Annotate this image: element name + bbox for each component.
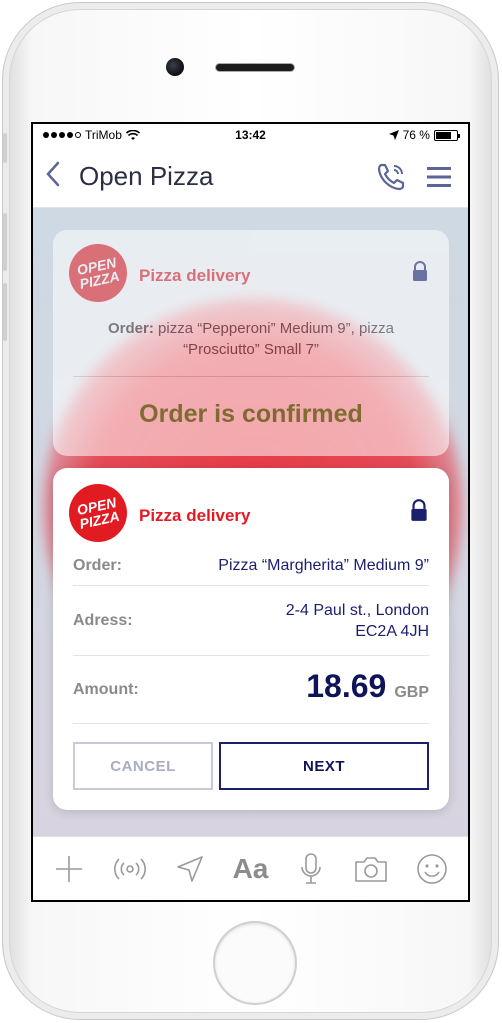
battery-percent: 76 % <box>402 128 430 142</box>
current-order-card: OPEN PIZZA Pizza delivery Order: Pizza “M… <box>53 468 449 810</box>
back-chevron-icon <box>46 161 60 186</box>
microphone-icon <box>301 852 321 884</box>
text-format-button[interactable]: Aa <box>230 849 270 889</box>
order-label: Order: <box>73 556 122 574</box>
mute-switch <box>3 133 7 163</box>
home-button[interactable] <box>213 921 297 1005</box>
divider <box>73 376 429 377</box>
menu-icon <box>427 166 451 187</box>
lock-icon <box>411 499 427 521</box>
order-value: Pizza “Margherita” Medium 9” <box>218 557 429 574</box>
menu-button[interactable] <box>422 160 456 194</box>
compose-toolbar: Aa <box>33 836 468 900</box>
order-confirmed-status: Order is confirmed <box>139 400 363 428</box>
previous-order-card: OPEN PIZZA Pizza delivery Order: pizza “P… <box>53 230 449 456</box>
location-button[interactable] <box>170 849 210 889</box>
amount-value: 18.69 <box>306 668 387 704</box>
nav-bar: Open Pizza <box>33 146 468 208</box>
open-pizza-logo: OPEN PIZZA <box>63 238 133 308</box>
status-time: 13:42 <box>235 128 266 142</box>
volume-down-button <box>3 283 7 341</box>
status-bar: TriMob 13:42 76 % <box>33 124 468 146</box>
previous-order-text: Order: pizza “Pepperoni” Medium 9”, pizz… <box>108 320 394 358</box>
attach-button[interactable] <box>49 849 89 889</box>
address-label: Adress: <box>73 611 133 629</box>
back-button[interactable] <box>45 161 79 193</box>
lock-icon <box>413 261 427 281</box>
broadcast-icon <box>113 857 146 880</box>
order-row: Order: Pizza “Margherita” Medium 9” <box>73 546 429 586</box>
front-camera <box>166 58 184 76</box>
chat-area: OPEN PIZZA Pizza delivery Order: pizza “P… <box>33 208 468 840</box>
earpiece-speaker <box>215 63 295 72</box>
camera-icon <box>355 856 388 882</box>
next-button[interactable]: NEXT <box>219 742 429 790</box>
address-value: 2-4 Paul st., London EC2A 4JH <box>285 601 429 640</box>
screen: TriMob 13:42 76 % Open Pizza OPEN PIZZA … <box>31 122 470 902</box>
cancel-button[interactable]: CANCEL <box>73 742 213 790</box>
plus-icon <box>56 855 83 882</box>
location-services-icon <box>388 130 399 140</box>
amount-currency: GBP <box>394 684 429 701</box>
amount-value-group: 18.69 GBP <box>183 670 429 703</box>
battery-icon <box>433 129 460 141</box>
open-pizza-logo: OPEN PIZZA <box>63 478 133 548</box>
wifi-icon <box>125 129 140 140</box>
voice-button[interactable] <box>291 849 331 889</box>
amount-label: Amount: <box>73 680 139 698</box>
volume-up-button <box>3 213 7 271</box>
card-title: Pizza delivery <box>139 266 251 285</box>
broadcast-button[interactable] <box>110 849 150 889</box>
location-arrow-icon <box>177 855 203 882</box>
address-row: Adress: 2-4 Paul st., London EC2A 4JH <box>73 586 429 656</box>
smiley-icon <box>416 853 447 884</box>
phone-icon <box>377 163 405 190</box>
carrier-name: TriMob <box>85 128 122 142</box>
call-button[interactable] <box>374 160 408 194</box>
signal-strength-icon <box>43 132 81 138</box>
chat-title: Open Pizza <box>79 161 214 191</box>
emoji-button[interactable] <box>412 849 452 889</box>
amount-row: Amount: 18.69 GBP <box>73 656 429 724</box>
camera-button[interactable] <box>351 849 391 889</box>
card-title: Pizza delivery <box>139 506 251 525</box>
